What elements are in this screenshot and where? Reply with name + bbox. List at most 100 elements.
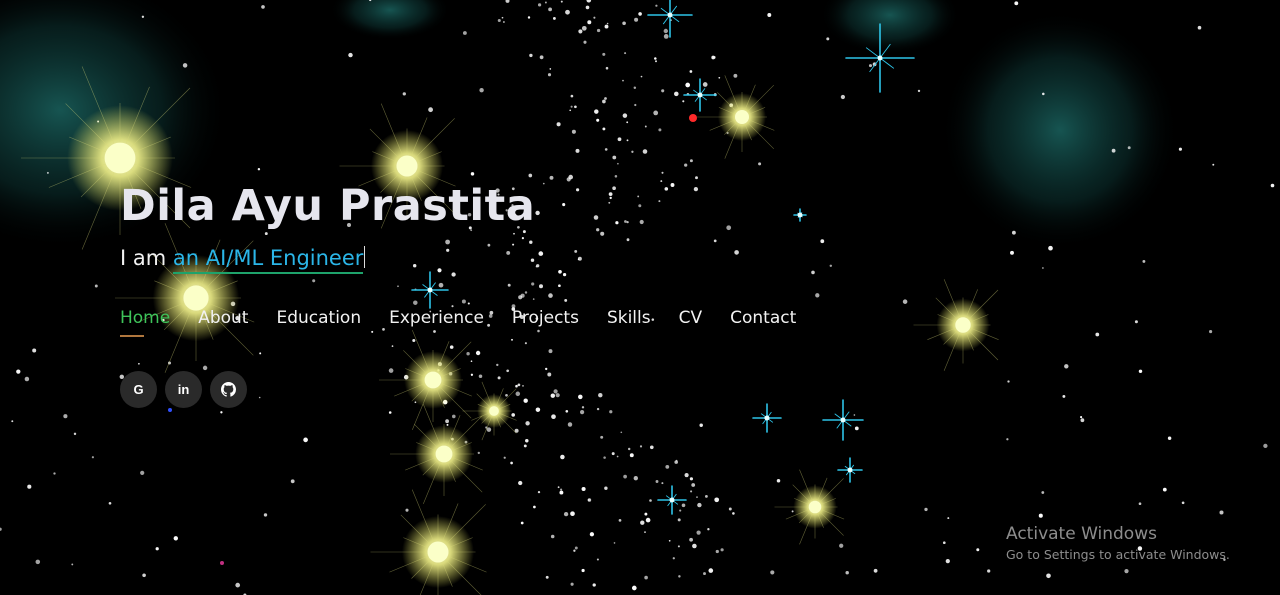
- github-link-button[interactable]: [210, 371, 247, 408]
- star-dot: [689, 537, 693, 542]
- star-dot: [550, 534, 555, 539]
- main-nav: Home About Education Experience Projects…: [120, 308, 824, 337]
- star-dot: [570, 105, 573, 108]
- star-dot: [1209, 330, 1213, 334]
- nav-projects[interactable]: Projects: [512, 308, 579, 328]
- star-dot: [589, 532, 595, 537]
- star-dot: [618, 519, 622, 522]
- star-dot: [622, 79, 624, 82]
- nav-experience[interactable]: Experience: [389, 308, 484, 328]
- star-dot: [853, 414, 856, 416]
- star-dot: [532, 298, 535, 300]
- star-dot: [604, 97, 607, 100]
- star-dot: [596, 558, 599, 561]
- star-dot: [467, 302, 470, 305]
- star-dot: [600, 435, 604, 439]
- star-dot: [1010, 250, 1014, 255]
- star-dot: [445, 419, 449, 424]
- star-dot: [689, 159, 693, 163]
- star-dot: [604, 486, 608, 490]
- star-dot: [606, 22, 609, 25]
- nav-education[interactable]: Education: [276, 308, 361, 328]
- star-dot: [695, 176, 698, 180]
- nav-cv[interactable]: CV: [679, 308, 703, 328]
- nav-home[interactable]: Home: [120, 308, 170, 337]
- star-dot: [371, 330, 374, 333]
- colored-star: [220, 561, 224, 565]
- star-dot: [1181, 501, 1185, 505]
- star-dot: [1042, 92, 1045, 96]
- glow-star-core: [424, 371, 442, 389]
- sparkle-core: [877, 55, 883, 61]
- star-dot: [663, 28, 668, 34]
- star-dot: [547, 73, 552, 77]
- colored-star: [689, 114, 697, 122]
- star-dot: [593, 16, 596, 19]
- star-dot: [511, 338, 513, 341]
- nav-about[interactable]: About: [198, 308, 248, 328]
- star-dot: [475, 350, 481, 356]
- star-dot: [728, 507, 732, 511]
- google-link-button[interactable]: G: [120, 371, 157, 408]
- star-dot: [658, 128, 662, 132]
- star-dot: [565, 409, 569, 413]
- star-dot: [868, 64, 873, 68]
- star-dot: [581, 568, 585, 573]
- star-dot: [27, 484, 32, 489]
- star-dot: [626, 121, 629, 124]
- star-dot: [1138, 502, 1142, 506]
- star-dot: [581, 486, 586, 492]
- star-dot: [839, 543, 844, 548]
- star-dot: [1080, 418, 1085, 423]
- star-dot: [661, 171, 664, 174]
- star-dot: [1142, 259, 1146, 263]
- star-dot: [645, 517, 651, 523]
- star-dot: [405, 508, 409, 512]
- star-dot: [521, 237, 524, 240]
- social-links: G in: [120, 371, 247, 408]
- star-dot: [622, 113, 628, 118]
- star-dot: [529, 240, 533, 244]
- star-dot: [612, 155, 617, 160]
- star-dot: [811, 270, 815, 275]
- star-dot: [569, 109, 572, 112]
- star-dot: [557, 486, 560, 489]
- star-dot: [0, 527, 2, 531]
- star-dot: [570, 94, 574, 98]
- sparkle-core: [764, 415, 770, 421]
- star-dot: [726, 225, 732, 231]
- star-dot: [258, 396, 261, 399]
- star-dot: [902, 299, 908, 304]
- star-dot: [312, 279, 316, 283]
- star-dot: [1134, 320, 1138, 324]
- star-dot: [433, 330, 436, 333]
- star-dot: [1041, 491, 1045, 494]
- star-dot: [11, 420, 14, 423]
- star-dot: [638, 12, 642, 16]
- star-dot: [517, 383, 521, 387]
- star-dot: [505, 393, 508, 397]
- nav-contact[interactable]: Contact: [730, 308, 796, 328]
- star-dot: [638, 204, 642, 208]
- star-dot: [692, 543, 697, 549]
- star-dot: [563, 511, 569, 517]
- star-dot: [1006, 438, 1009, 441]
- sparkle-core: [847, 467, 853, 473]
- sparkle-core: [427, 287, 433, 293]
- star-dot: [35, 559, 41, 565]
- nav-skills[interactable]: Skills: [607, 308, 651, 328]
- star-dot: [631, 585, 637, 591]
- star-dot: [556, 122, 561, 127]
- star-dot: [303, 437, 308, 443]
- star-dot: [505, 0, 510, 3]
- hero-name: Dila Ayu Prastita: [120, 181, 536, 231]
- star-dot: [689, 70, 693, 73]
- star-dot: [524, 291, 528, 294]
- star-dot: [661, 89, 665, 93]
- star-dot: [511, 413, 516, 417]
- star-dot: [634, 17, 639, 22]
- star-dot: [397, 285, 399, 288]
- linkedin-link-button[interactable]: in: [165, 371, 202, 408]
- star-dot: [560, 0, 563, 3]
- star-dot: [649, 445, 654, 450]
